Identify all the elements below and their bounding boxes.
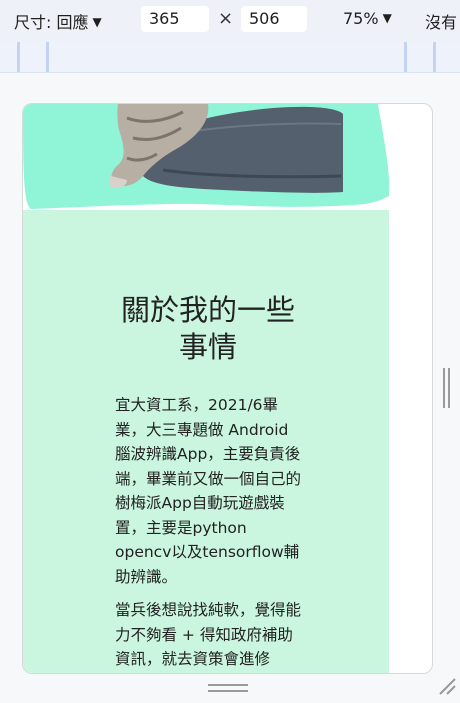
device-viewport[interactable]: 關於我的一些事情 宜大資工系，2021/6畢業，大三專題做 Android 腦波…: [22, 103, 433, 674]
times-sign: ×: [218, 8, 234, 29]
about-paragraph: 宜大資工系，2021/6畢業，大三專題做 Android 腦波辨識App，主要負…: [115, 396, 302, 586]
about-paragraph: 當兵後想說找純軟，覺得能力不夠看 + 得知政府補助資訊，就去資策會進修: [115, 601, 302, 668]
media-query-marker[interactable]: [404, 42, 407, 72]
throttle-label: 沒有: [425, 13, 458, 32]
throttle-dropdown[interactable]: 沒有: [425, 9, 457, 33]
dimensions-label: 尺寸: 回應: [14, 13, 89, 32]
device-toolbar: 尺寸: 回應 ▼ 365 × 506 75% ▼ 沒有: [0, 0, 460, 42]
width-input[interactable]: 365: [141, 6, 209, 32]
page-content[interactable]: 關於我的一些事情 宜大資工系，2021/6畢業，大三專題做 Android 腦波…: [23, 104, 389, 673]
zoom-dropdown[interactable]: 75% ▼: [343, 9, 392, 28]
right-resize-handle[interactable]: [443, 368, 451, 408]
hero-image: [23, 104, 389, 209]
about-section: 關於我的一些事情 宜大資工系，2021/6畢業，大三專題做 Android 腦波…: [23, 210, 389, 673]
media-query-marker[interactable]: [433, 42, 436, 72]
media-query-marker[interactable]: [17, 42, 20, 72]
corner-resize-icon[interactable]: [438, 677, 456, 695]
height-input[interactable]: 506: [241, 6, 307, 32]
about-title: 關於我的一些事情: [120, 293, 295, 364]
media-query-bar[interactable]: [0, 42, 460, 73]
dimensions-dropdown[interactable]: 尺寸: 回應 ▼: [14, 9, 102, 33]
caret-down-icon: ▼: [382, 11, 392, 25]
zoom-label: 75%: [343, 9, 379, 28]
bottom-resize-handle[interactable]: [208, 684, 248, 694]
media-query-marker[interactable]: [46, 42, 49, 72]
caret-down-icon: ▼: [92, 15, 102, 29]
